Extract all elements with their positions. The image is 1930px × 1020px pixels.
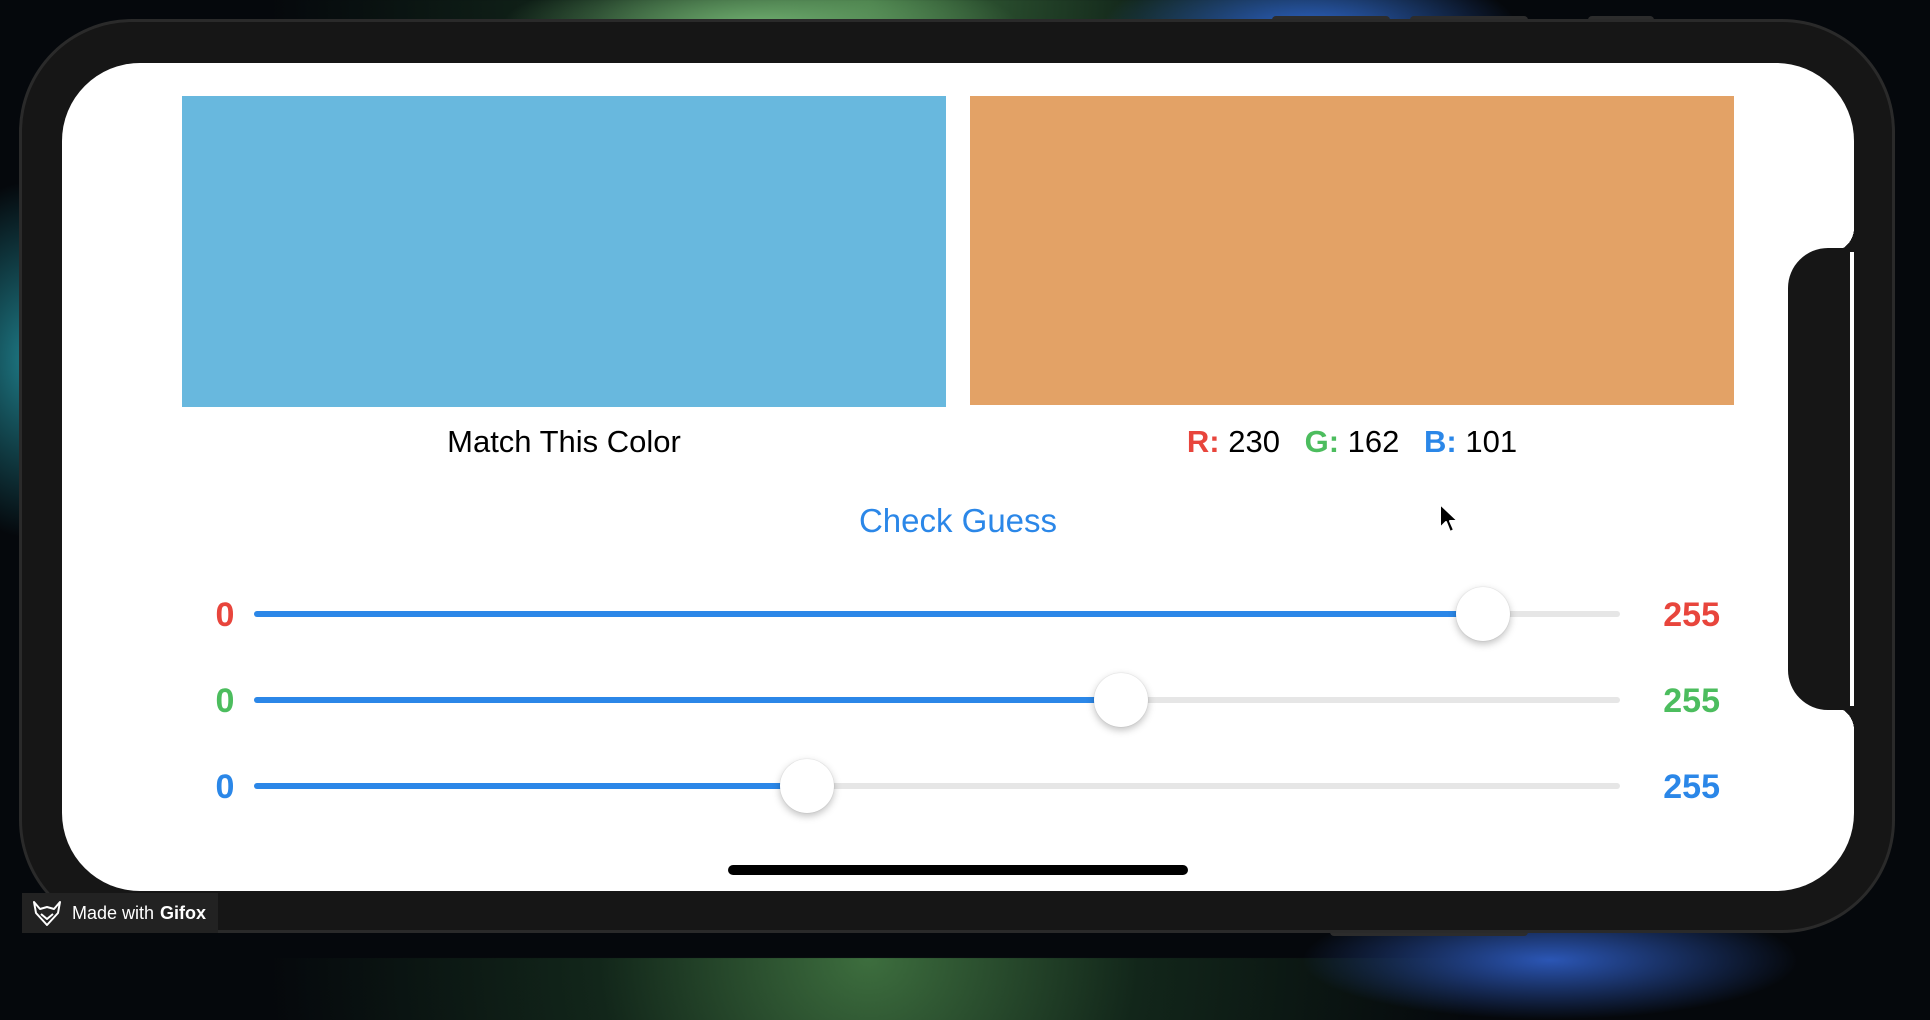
blue-slider-track[interactable] [254, 759, 1620, 813]
red-value: 230 [1228, 424, 1280, 459]
target-color-swatch [182, 96, 946, 407]
rgb-readout: R: 230 G: 162 B: 101 [970, 424, 1734, 460]
notch-corner [1830, 228, 1854, 252]
blue-slider-thumb[interactable] [780, 759, 835, 813]
green-label: G: [1304, 424, 1340, 459]
green-slider-thumb[interactable] [1094, 673, 1149, 727]
mouse-pointer-icon [1439, 503, 1459, 533]
watermark-prefix: Made with [72, 902, 155, 923]
watermark: Made with Gifox [22, 893, 219, 933]
red-label: R: [1186, 424, 1220, 459]
blue-slider-fill [254, 783, 808, 789]
slider-max-label: 255 [1663, 596, 1720, 634]
blue-value: 101 [1465, 424, 1518, 459]
home-indicator [728, 865, 1188, 875]
red-slider-track[interactable] [254, 587, 1620, 641]
green-value: 162 [1347, 424, 1400, 459]
notch-corner [1830, 706, 1854, 730]
slider-row-green: 0 255 [200, 670, 1720, 730]
slider-max-label: 255 [1663, 768, 1720, 806]
slider-row-blue: 0 255 [200, 756, 1720, 816]
guess-color-swatch [970, 96, 1734, 405]
device-notch [1788, 248, 1850, 710]
check-guess-button[interactable]: Check Guess [820, 502, 1096, 540]
red-slider-thumb[interactable] [1456, 587, 1511, 641]
slider-max-label: 255 [1663, 682, 1720, 720]
watermark-brand: Gifox [160, 902, 207, 923]
slider-min-label: 0 [215, 596, 235, 634]
green-slider-fill [254, 697, 1122, 703]
fox-icon [33, 901, 61, 926]
red-slider-fill [254, 611, 1484, 617]
green-slider-track[interactable] [254, 673, 1620, 727]
slider-min-label: 0 [215, 768, 235, 806]
target-caption: Match This Color [447, 424, 681, 459]
blue-label: B: [1424, 424, 1457, 459]
slider-row-red: 0 255 [200, 584, 1720, 644]
slider-min-label: 0 [215, 682, 235, 720]
